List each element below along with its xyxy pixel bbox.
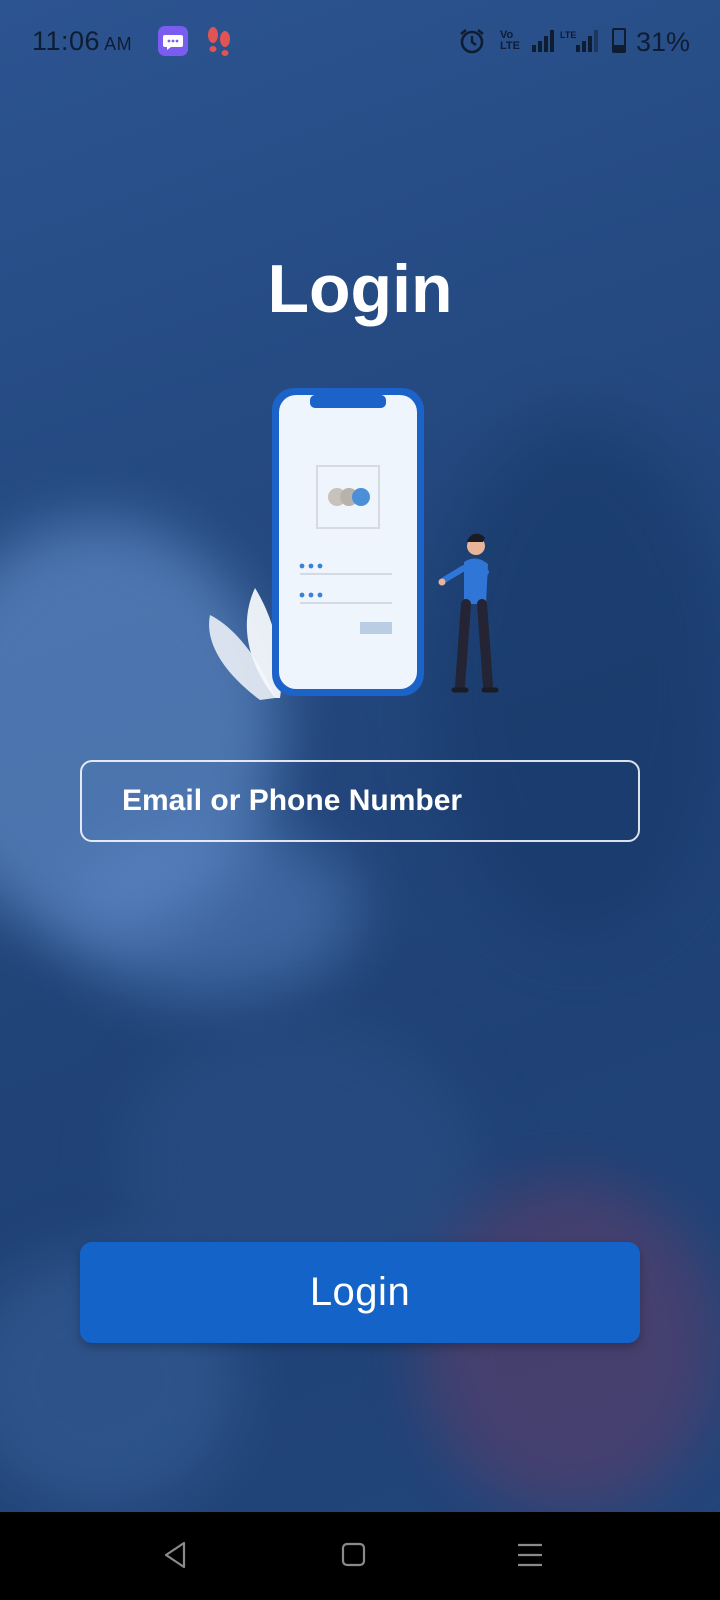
page-title: Login [267,251,453,327]
back-icon[interactable] [162,1540,188,1575]
lte-signal-icon: LTE [560,30,600,57]
email-phone-input[interactable]: Email or Phone Number [80,760,640,842]
signal-icon [532,30,558,57]
battery-percent: 31% [636,27,691,57]
svg-text:LTE: LTE [560,30,576,40]
chat-app-icon [158,26,188,56]
battery-fill [614,44,624,51]
navigation-bar [0,1512,720,1600]
footsteps-icon [204,24,234,58]
alarm-icon [458,27,486,60]
login-illustration [200,380,520,720]
status-time-value: 11:06 [32,26,101,56]
volte-icon: Vo LTE [500,29,520,52]
menu-icon[interactable] [516,1540,544,1575]
login-button[interactable]: Login [80,1242,640,1343]
status-time: 11:06 AM [32,26,132,57]
status-time-ampm: AM [104,34,133,54]
battery-icon [612,28,626,53]
home-icon[interactable] [340,1540,366,1575]
status-bar: 11:06 AM Vo LTE LTE 31% [0,0,720,84]
email-phone-placeholder: Email or Phone Number [122,784,463,817]
